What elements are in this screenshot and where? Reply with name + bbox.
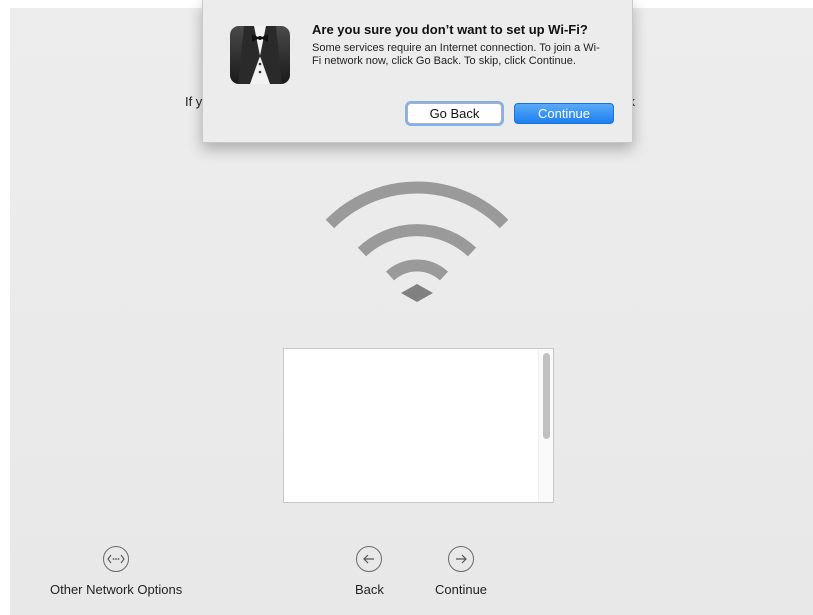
scrollbar-thumb[interactable] xyxy=(543,353,550,439)
wifi-icon xyxy=(326,181,508,302)
alert-message: Some services require an Internet connec… xyxy=(312,42,600,67)
wifi-skip-alert-sheet: Are you sure you don’t want to set up Wi… xyxy=(202,0,633,143)
continue-footer-button[interactable]: Continue xyxy=(435,546,487,597)
continue-button[interactable]: Continue xyxy=(514,103,614,124)
arrow-right-icon xyxy=(448,546,475,572)
continue-footer-label: Continue xyxy=(435,582,488,597)
back-label: Back xyxy=(355,582,384,597)
alert-title: Are you sure you don’t want to set up Wi… xyxy=(312,22,588,37)
go-back-button[interactable]: Go Back xyxy=(407,103,502,124)
network-list[interactable] xyxy=(283,348,554,503)
butler-tuxedo-icon xyxy=(230,26,290,84)
other-network-options-label: Other Network Options xyxy=(50,582,183,597)
network-list-scrollbar[interactable] xyxy=(538,349,553,502)
other-network-options-button[interactable]: Other Network Options xyxy=(50,546,182,597)
arrow-left-icon xyxy=(356,546,383,572)
network-options-icon xyxy=(103,546,130,572)
back-button[interactable]: Back xyxy=(355,546,384,597)
